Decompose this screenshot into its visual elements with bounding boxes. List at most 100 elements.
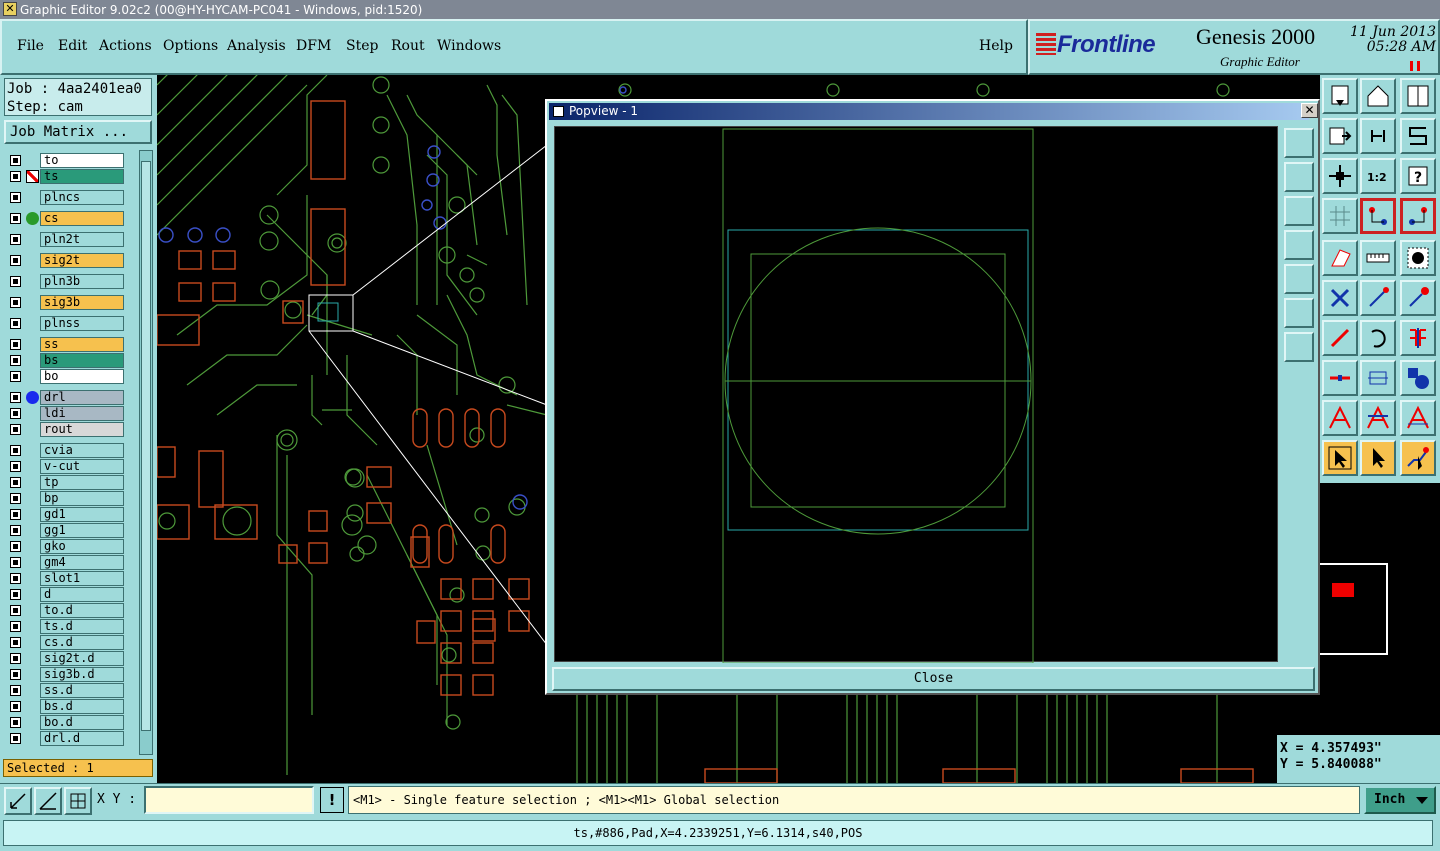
draw-line-icon[interactable]	[1322, 320, 1358, 356]
add-pad-line-icon[interactable]	[1400, 280, 1436, 316]
layer-name[interactable]: pln2t	[40, 232, 124, 247]
help-icon[interactable]: ?	[1400, 158, 1436, 194]
layer-checkbox[interactable]	[10, 297, 21, 308]
layer-row-drl[interactable]: drl	[6, 390, 126, 405]
layer-row-sig3b.d[interactable]: sig3b.d	[6, 667, 126, 682]
menu-help[interactable]: Help	[979, 38, 1013, 54]
mirror-icon[interactable]	[1400, 320, 1436, 356]
layer-name[interactable]: cs.d	[40, 635, 124, 650]
layer-row-v-cut[interactable]: v-cut	[6, 459, 126, 474]
layer-row-bo[interactable]: bo	[6, 369, 126, 384]
home-icon[interactable]	[1360, 78, 1396, 114]
layer-row-tp[interactable]: tp	[6, 475, 126, 490]
layer-name[interactable]: ts.d	[40, 619, 124, 634]
layer-row-plnss[interactable]: plnss	[6, 316, 126, 331]
layer-name[interactable]: drl.d	[40, 731, 124, 746]
rotate-icon[interactable]	[1360, 320, 1396, 356]
layer-row-ts[interactable]: ts	[6, 169, 126, 184]
popview-zoom-in-icon[interactable]	[1284, 298, 1314, 328]
layer-row-ldi[interactable]: ldi	[6, 406, 126, 421]
layer-row-slot1[interactable]: slot1	[6, 571, 126, 586]
unit-selector[interactable]: Inch	[1364, 786, 1436, 814]
popview-pan-down-icon[interactable]	[1284, 196, 1314, 226]
measure-icon[interactable]	[1360, 360, 1396, 396]
layer-name[interactable]: gd1	[40, 507, 124, 522]
popview-zoom-out-icon[interactable]	[1284, 332, 1314, 362]
layer-checkbox[interactable]	[10, 701, 21, 712]
layer-row-bs.d[interactable]: bs.d	[6, 699, 126, 714]
menu-options[interactable]: Options	[163, 38, 218, 54]
layer-row-sig2t.d[interactable]: sig2t.d	[6, 651, 126, 666]
layer-row-gd1[interactable]: gd1	[6, 507, 126, 522]
layer-checkbox[interactable]	[10, 445, 21, 456]
zoom-area-icon[interactable]	[34, 787, 62, 815]
layer-checkbox[interactable]	[10, 509, 21, 520]
layer-row-drl.d[interactable]: drl.d	[6, 731, 126, 746]
layer-name[interactable]: ldi	[40, 406, 124, 421]
layer-row-cs.d[interactable]: cs.d	[6, 635, 126, 650]
export-icon[interactable]	[1322, 118, 1358, 154]
minimap[interactable]	[1320, 483, 1440, 735]
layer-name[interactable]: sig2t	[40, 253, 124, 268]
layer-name[interactable]: bo.d	[40, 715, 124, 730]
save-icon[interactable]	[1322, 78, 1358, 114]
layer-name[interactable]: sig3b	[40, 295, 124, 310]
layer-name[interactable]: pln3b	[40, 274, 124, 289]
layer-row-rout[interactable]: rout	[6, 422, 126, 437]
layer-row-ss.d[interactable]: ss.d	[6, 683, 126, 698]
layer-row-plncs[interactable]: plncs	[6, 190, 126, 205]
layer-checkbox[interactable]	[10, 685, 21, 696]
menu-file[interactable]: File	[17, 38, 44, 54]
layer-name[interactable]: bs.d	[40, 699, 124, 714]
layer-row-bo.d[interactable]: bo.d	[6, 715, 126, 730]
layer-row-cvia[interactable]: cvia	[6, 443, 126, 458]
layer-checkbox[interactable]	[10, 155, 21, 166]
popview-pan-right-icon[interactable]	[1284, 264, 1314, 294]
menu-rout[interactable]: Rout	[391, 38, 425, 54]
layer-name[interactable]: ts	[40, 169, 124, 184]
layer-row-gko[interactable]: gko	[6, 539, 126, 554]
text-a-edit-icon[interactable]	[1400, 400, 1436, 436]
popview-title-bar[interactable]: Popview - 1	[549, 103, 1309, 120]
layer-name[interactable]: sig3b.d	[40, 667, 124, 682]
polygon-icon[interactable]	[1322, 240, 1358, 276]
layer-checkbox[interactable]	[10, 255, 21, 266]
popview-pan-up-icon[interactable]	[1284, 162, 1314, 192]
layer-row-pln3b[interactable]: pln3b	[6, 274, 126, 289]
layer-name[interactable]: rout	[40, 422, 124, 437]
text-a-blue-icon[interactable]	[1360, 400, 1396, 436]
scroll-thumb[interactable]	[141, 161, 151, 731]
layer-checkbox[interactable]	[10, 171, 21, 182]
window-close-icon[interactable]: ✕	[3, 2, 17, 16]
layer-name[interactable]: gko	[40, 539, 124, 554]
layer-row-cs[interactable]: cs	[6, 211, 126, 226]
layer-name[interactable]: tp	[40, 475, 124, 490]
layer-name[interactable]: drl	[40, 390, 124, 405]
layer-row-bs[interactable]: bs	[6, 353, 126, 368]
layer-row-sig2t[interactable]: sig2t	[6, 253, 126, 268]
layer-checkbox[interactable]	[10, 717, 21, 728]
text-a-icon[interactable]	[1322, 400, 1358, 436]
layer-row-gm4[interactable]: gm4	[6, 555, 126, 570]
menu-dfm[interactable]: DFM	[296, 38, 331, 54]
layer-checkbox[interactable]	[10, 493, 21, 504]
layer-checkbox[interactable]	[10, 637, 21, 648]
select-pointer-icon[interactable]	[1360, 440, 1396, 476]
layer-name[interactable]: cvia	[40, 443, 124, 458]
layer-checkbox[interactable]	[10, 355, 21, 366]
layer-checkbox[interactable]	[10, 557, 21, 568]
menu-analysis[interactable]: Analysis	[227, 38, 286, 54]
layer-checkbox[interactable]	[10, 408, 21, 419]
layer-checkbox[interactable]	[10, 477, 21, 488]
layer-checkbox[interactable]	[10, 525, 21, 536]
job-matrix-button[interactable]: Job Matrix ...	[4, 120, 152, 144]
layer-name[interactable]: v-cut	[40, 459, 124, 474]
xy-input[interactable]	[144, 786, 314, 814]
grid-icon[interactable]	[1322, 198, 1358, 234]
layer-name[interactable]: bs	[40, 353, 124, 368]
alert-icon[interactable]: !	[320, 787, 344, 813]
layer-row-sig3b[interactable]: sig3b	[6, 295, 126, 310]
scale-1-2-icon[interactable]: 1:2	[1360, 158, 1396, 194]
layer-checkbox[interactable]	[10, 653, 21, 664]
layer-checkbox[interactable]	[10, 589, 21, 600]
